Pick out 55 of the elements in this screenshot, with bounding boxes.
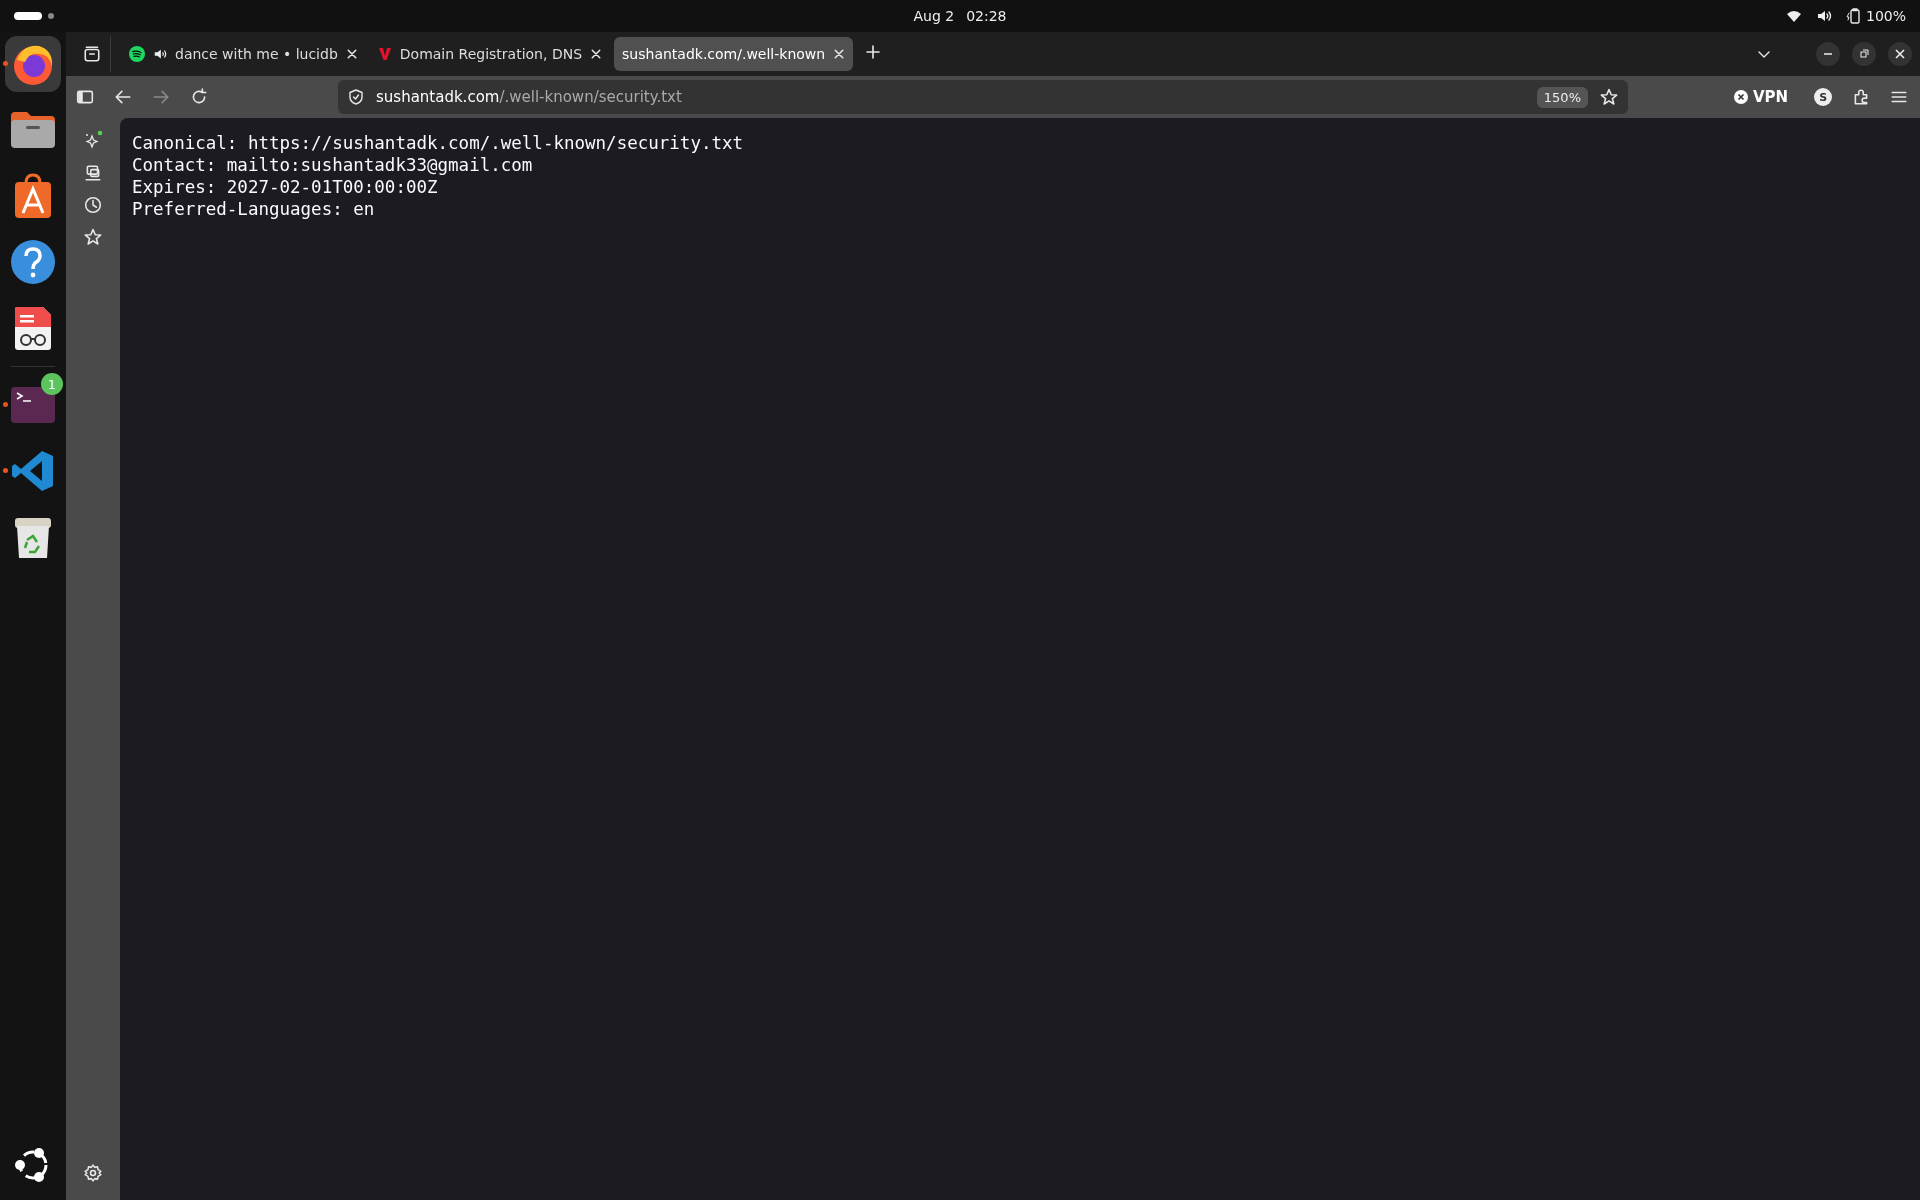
restore-button[interactable] [1852, 42, 1876, 66]
star-icon[interactable] [1600, 88, 1618, 106]
text-line: Canonical: https://sushantadk.com/.well-known/security.txt [132, 132, 745, 154]
shopping-bag-icon [13, 173, 53, 219]
running-indicator [3, 61, 8, 66]
wifi-icon[interactable] [1785, 8, 1802, 24]
close-button[interactable] [1888, 42, 1912, 66]
sparkle-icon[interactable] [83, 130, 103, 150]
minimize-button[interactable] [1816, 42, 1840, 66]
browser-tab[interactable]: dance with me • lucidb [121, 37, 366, 71]
synced-devices-icon[interactable] [84, 164, 102, 182]
tab-groups-icon[interactable] [83, 45, 101, 63]
sidebar-icon[interactable] [76, 88, 94, 106]
question-mark-icon [10, 239, 56, 285]
close-icon [1734, 90, 1748, 104]
close-icon[interactable] [590, 48, 603, 60]
close-icon[interactable] [833, 48, 846, 60]
workspace-indicator[interactable] [14, 12, 42, 20]
close-icon [1895, 49, 1905, 59]
zoom-level-button[interactable]: 150% [1536, 86, 1588, 108]
bookmarks-icon[interactable] [84, 228, 102, 246]
back-arrow-icon[interactable] [114, 88, 132, 106]
notification-badge: 1 [41, 373, 63, 395]
vpn-button[interactable]: VPN [1728, 87, 1795, 107]
forward-arrow-icon[interactable] [152, 88, 170, 106]
new-tab-icon[interactable] [865, 44, 882, 60]
running-indicator [3, 402, 8, 407]
v-logo-icon [377, 47, 392, 61]
restore-icon [1859, 49, 1869, 59]
battery-icon[interactable] [1845, 8, 1862, 24]
shield-icon[interactable] [348, 89, 364, 105]
code-editor-icon [11, 449, 55, 493]
close-icon[interactable] [345, 48, 358, 60]
browser-tab[interactable]: Domain Registration, DNS [369, 37, 611, 71]
address-bar[interactable]: sushantadk.com/.well-known/security.txt 150% [338, 80, 1628, 114]
date: Aug 2 [913, 8, 955, 24]
speaker-icon[interactable] [153, 47, 167, 61]
folder-icon [9, 110, 57, 150]
clock-time: 02:28 [966, 8, 1007, 24]
settings-icon[interactable] [84, 1164, 102, 1182]
document-glasses-icon [13, 305, 53, 351]
battery-percentage: 100% [1865, 8, 1906, 24]
minimize-icon [1823, 53, 1833, 55]
speaker-icon[interactable] [1815, 8, 1832, 24]
running-indicator [3, 468, 8, 473]
text-line: Expires: 2027-02-01T00:00:00Z [132, 176, 439, 198]
dock-app[interactable] [5, 36, 61, 92]
text-line: Preferred-Languages: en [132, 198, 376, 220]
reload-icon[interactable] [190, 88, 208, 106]
text-line: Contact: mailto:sushantadk33@gmail.com [132, 154, 534, 176]
browser-tab[interactable]: sushantadk.com/.well-known [614, 37, 854, 71]
workspace-indicator[interactable] [48, 13, 54, 19]
account-avatar[interactable]: S [1814, 88, 1833, 106]
music-logo-icon [129, 46, 145, 62]
history-icon[interactable] [84, 196, 102, 214]
